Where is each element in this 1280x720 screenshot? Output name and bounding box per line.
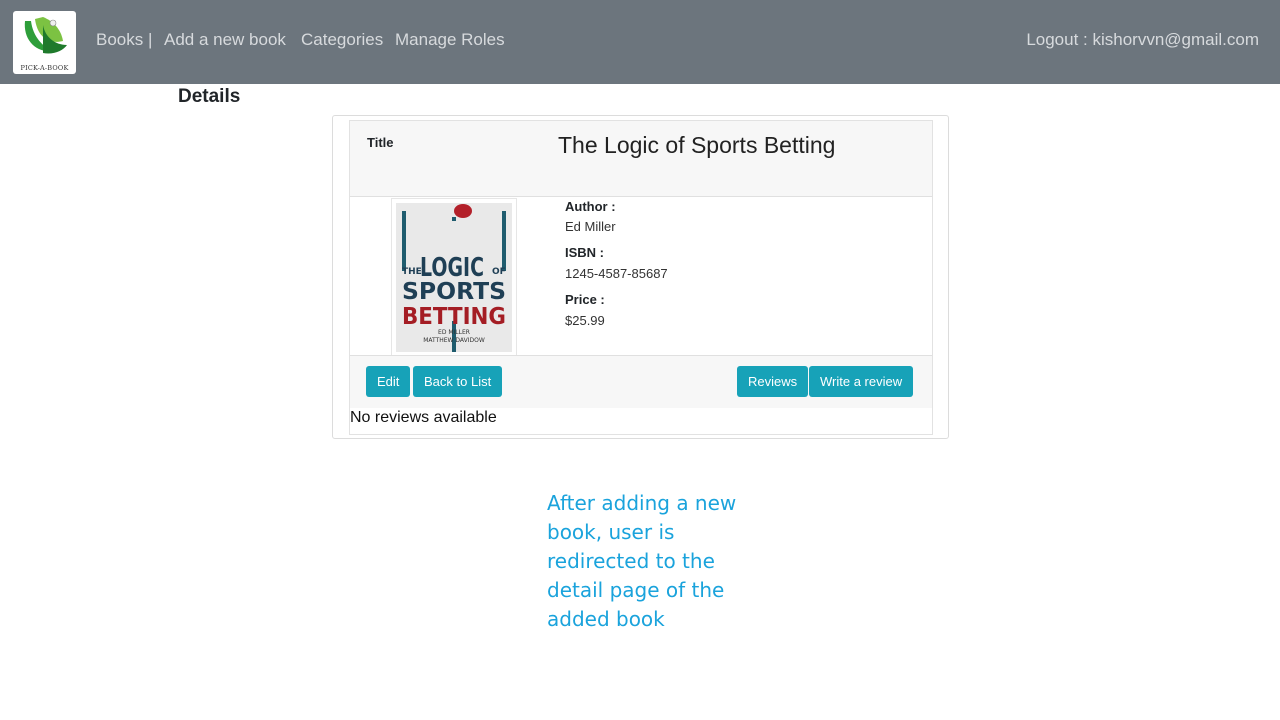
details-card: Title The Logic of Sports Betting THE LO… — [332, 115, 949, 439]
nav-manage-roles-link[interactable]: Manage Roles — [395, 30, 505, 50]
cover-line-sports: SPORTS — [402, 279, 506, 305]
back-to-list-button[interactable]: Back to List — [413, 366, 503, 397]
price-label: Price : — [565, 292, 605, 307]
book-title: The Logic of Sports Betting — [558, 132, 836, 158]
no-reviews-message: No reviews available — [350, 409, 497, 426]
write-review-button[interactable]: Write a review — [809, 366, 914, 397]
cover-line-the: THE — [402, 267, 422, 277]
cover-line-betting: BETTING — [402, 304, 506, 330]
logo-text: PICK-A-BOOK — [20, 64, 69, 72]
logo-leaf-icon — [24, 17, 67, 54]
top-navbar: PICK-A-BOOK Books | Add a new book Categ… — [0, 0, 1280, 84]
isbn-value: 1245-4587-85687 — [565, 266, 668, 281]
book-cover-art: THE LOGIC OF SPORTS BETTING ED MILLER MA… — [396, 203, 512, 352]
cover-line-of: OF — [492, 267, 506, 277]
cover-author-1: ED MILLER — [438, 329, 470, 336]
isbn-label: ISBN : — [565, 245, 604, 260]
card-header: Title The Logic of Sports Betting — [350, 121, 932, 197]
logout-link[interactable]: Logout : kishorvvn@gmail.com — [1026, 30, 1259, 50]
annotation-note: After adding a new book, user is redirec… — [547, 491, 737, 631]
price-value: $25.99 — [565, 313, 605, 328]
author-label: Author : — [565, 199, 616, 214]
page-title: Details — [178, 86, 241, 107]
book-card: Title The Logic of Sports Betting THE LO… — [349, 120, 933, 435]
nav-books-link[interactable]: Books | — [96, 30, 152, 50]
book-cover-image: THE LOGIC OF SPORTS BETTING ED MILLER MA… — [396, 203, 512, 352]
pick-a-book-logo[interactable]: PICK-A-BOOK — [13, 11, 76, 74]
cover-author-2: MATTHEW DAVIDOW — [423, 337, 485, 344]
author-value: Ed Miller — [565, 219, 616, 234]
card-footer: Edit Back to List Reviews Write a review — [350, 355, 932, 408]
edit-button[interactable]: Edit — [366, 366, 411, 397]
nav-add-book-link[interactable]: Add a new book — [164, 30, 286, 50]
reviews-button[interactable]: Reviews — [737, 366, 809, 397]
title-label: Title — [367, 135, 394, 150]
nav-categories-link[interactable]: Categories — [301, 30, 383, 50]
book-cover-frame: THE LOGIC OF SPORTS BETTING ED MILLER MA… — [391, 198, 517, 357]
